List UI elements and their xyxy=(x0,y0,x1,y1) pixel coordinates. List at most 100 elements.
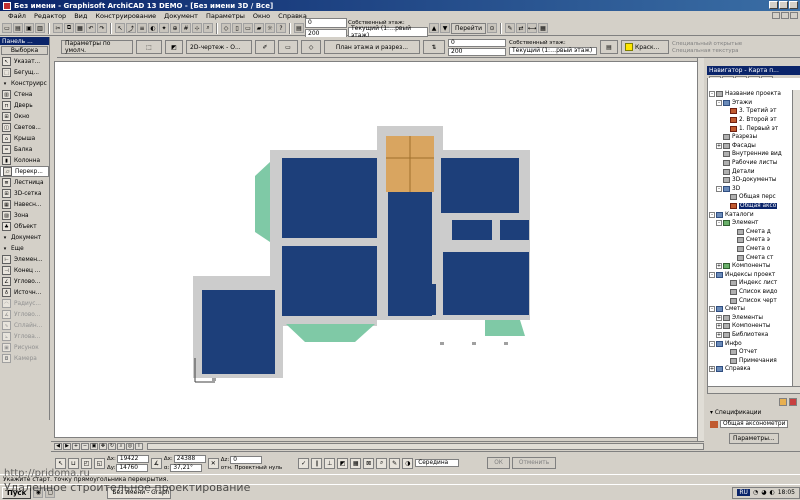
absolute-icon[interactable]: ◱ xyxy=(94,457,105,469)
maximize-button[interactable] xyxy=(779,1,788,9)
expand-icon[interactable]: + xyxy=(716,331,722,338)
tray-icon[interactable]: ◐ xyxy=(769,489,774,496)
edit-icon[interactable]: ✎ xyxy=(389,457,401,469)
new-folder-icon[interactable] xyxy=(779,398,787,406)
navigator-tree-item[interactable]: + Элементы xyxy=(708,313,792,322)
toolbox-item[interactable]: ◠ Радиус... xyxy=(0,298,49,309)
3d-view-icon[interactable]: ◇ xyxy=(221,23,231,33)
toolbox-item[interactable]: ▾ Еще xyxy=(0,243,49,254)
navigator-tree-item[interactable]: Смета о xyxy=(708,245,792,254)
save-icon[interactable]: ▣ xyxy=(24,23,34,33)
special-snap-icon[interactable]: ⊠ xyxy=(363,457,375,469)
rectangle-icon[interactable]: ▭ xyxy=(278,40,298,54)
navigator-tree-item[interactable]: - Название проекта xyxy=(708,90,792,99)
toolbox-item[interactable]: ▣ Рисунок xyxy=(0,342,49,353)
tray-icon[interactable]: ◔ xyxy=(753,489,758,496)
layers-icon[interactable]: ≡ xyxy=(137,23,147,33)
undo-icon[interactable]: ↶ xyxy=(86,23,96,33)
navigator-tree-item[interactable]: Рабочие листы xyxy=(708,159,792,168)
material-select[interactable]: Краск... xyxy=(621,40,669,54)
snap-point-icon[interactable]: ◩ xyxy=(337,457,349,469)
rotated-rectangle-icon[interactable]: ◇ xyxy=(301,40,321,54)
expand-icon[interactable]: + xyxy=(709,366,715,373)
navigator-tree-item[interactable]: Смета ст xyxy=(708,253,792,262)
toolbox-item[interactable]: ↖ Указат... xyxy=(0,56,49,67)
pick-icon[interactable]: ↖ xyxy=(115,23,125,33)
toolbox-item[interactable]: ⬚ Бегущ... xyxy=(0,67,49,78)
navigator-tree-item[interactable]: Внутренние вид xyxy=(708,150,792,159)
paste-icon[interactable]: ▦ xyxy=(75,23,85,33)
sun-icon[interactable]: ☼ xyxy=(265,23,275,33)
navigator-tree-item[interactable]: Разрезы xyxy=(708,133,792,142)
collapse-icon[interactable]: - xyxy=(709,211,715,218)
parameters-button[interactable]: Параметры... xyxy=(729,433,779,444)
cancel-button[interactable]: Отменить xyxy=(511,457,557,469)
canvas-vertical-scrollbar[interactable] xyxy=(697,58,704,441)
distance-field[interactable]: 24388 xyxy=(173,454,206,463)
toolbox-item[interactable]: ◘ Камера xyxy=(0,353,49,364)
cut-icon[interactable]: ✂ xyxy=(53,23,63,33)
menu-item[interactable]: Справка xyxy=(278,12,307,20)
collapse-icon[interactable]: - xyxy=(716,185,722,192)
grid-icon[interactable]: # xyxy=(181,23,191,33)
menu-item[interactable]: Окно xyxy=(253,12,270,20)
lock-icon[interactable]: ✕ xyxy=(207,457,219,469)
open-file-icon[interactable]: ▤ xyxy=(13,23,23,33)
inject-icon[interactable]: ⤴ xyxy=(126,23,136,33)
minimize-button[interactable] xyxy=(769,1,778,9)
menu-item[interactable]: Конструирование xyxy=(95,12,156,20)
snap-icon[interactable]: ⊕ xyxy=(170,23,180,33)
navigator-tree-item[interactable]: Смета д xyxy=(708,228,792,237)
mdi-restore-button[interactable] xyxy=(781,12,789,19)
defaults-button[interactable]: Параметры по умолч. xyxy=(61,40,133,54)
perpendicular-icon[interactable]: ⊥ xyxy=(324,457,336,469)
canvas-horizontal-scrollbar[interactable] xyxy=(147,442,704,450)
parallel-icon[interactable]: ∥ xyxy=(311,457,323,469)
zoom-window-icon[interactable]: ⌕ xyxy=(117,442,125,450)
home-floor-select[interactable]: Текущий (1:…рвый этаж) xyxy=(509,46,597,55)
navigator-tree-item[interactable]: Детали xyxy=(708,167,792,176)
tray-icon[interactable]: ◕ xyxy=(761,489,766,496)
thickness-icon[interactable]: ⇅ xyxy=(423,40,445,54)
orbit-icon[interactable]: ↻ xyxy=(108,442,116,450)
trace-icon[interactable]: ◐ xyxy=(148,23,158,33)
toolbox-item[interactable]: ∠ Углово... xyxy=(0,276,49,287)
toolbox-item[interactable]: ⊢ Элемен... xyxy=(0,254,49,265)
collapse-icon[interactable]: - xyxy=(716,99,722,106)
mdi-minimize-button[interactable] xyxy=(772,12,780,19)
menu-item[interactable]: Параметры xyxy=(206,12,245,20)
selection-tab[interactable]: Выборка xyxy=(1,46,48,55)
toolbox-item[interactable]: ♣ Объект xyxy=(0,221,49,232)
navigator-tree-item[interactable]: 3. Третий эт xyxy=(708,107,792,116)
mdi-close-button[interactable] xyxy=(790,12,798,19)
info-icon[interactable]: i xyxy=(135,442,143,450)
dx-field[interactable]: 19422 xyxy=(116,454,149,463)
toolbox-item[interactable]: ▾ Документ xyxy=(0,232,49,243)
navigator-tree-item[interactable]: Примечания xyxy=(708,356,792,365)
toolbox-item[interactable]: ═ Балка xyxy=(0,144,49,155)
guide-icon[interactable]: ⊹ xyxy=(192,23,202,33)
new-file-icon[interactable]: ▭ xyxy=(2,23,12,33)
snap-mode-select[interactable]: Середина xyxy=(415,459,460,467)
dimension-icon[interactable]: ⟷ xyxy=(527,23,537,33)
toolbox-item[interactable]: ▨ Зона xyxy=(0,210,49,221)
navigator-tree-item[interactable]: - 3D xyxy=(708,185,792,194)
zoom-bottom-icon[interactable]: ⌕ xyxy=(376,457,388,469)
navigator-tree-item[interactable]: 3D-документы xyxy=(708,176,792,185)
navigator-tree-item[interactable]: + Библиотека xyxy=(708,331,792,340)
model-icon[interactable]: ▦ xyxy=(538,23,548,33)
toolbox-item[interactable]: ∡ Углово... xyxy=(0,309,49,320)
navigator-tree-item[interactable]: + Компоненты xyxy=(708,322,792,331)
delete-item-icon[interactable] xyxy=(789,398,797,406)
navigator-tree-item[interactable]: + Справка xyxy=(708,365,792,374)
toolbox-item[interactable]: ◫ Светов... xyxy=(0,122,49,133)
3d-viewport[interactable] xyxy=(54,61,702,438)
navigator-tree-item[interactable]: - Индексы проект xyxy=(708,270,792,279)
next-view-icon[interactable]: ▶ xyxy=(63,442,71,450)
navigator-tree-item[interactable]: Общая перс xyxy=(708,193,792,202)
slab-geometry-icon[interactable]: ⬚ xyxy=(136,40,162,54)
go-button[interactable]: Перейти xyxy=(451,22,486,34)
navigator-tree-item[interactable]: + Компоненты xyxy=(708,262,792,271)
floor-down-icon[interactable]: ▼ xyxy=(440,23,450,33)
navigator-tree-item[interactable]: - Элемент xyxy=(708,219,792,228)
